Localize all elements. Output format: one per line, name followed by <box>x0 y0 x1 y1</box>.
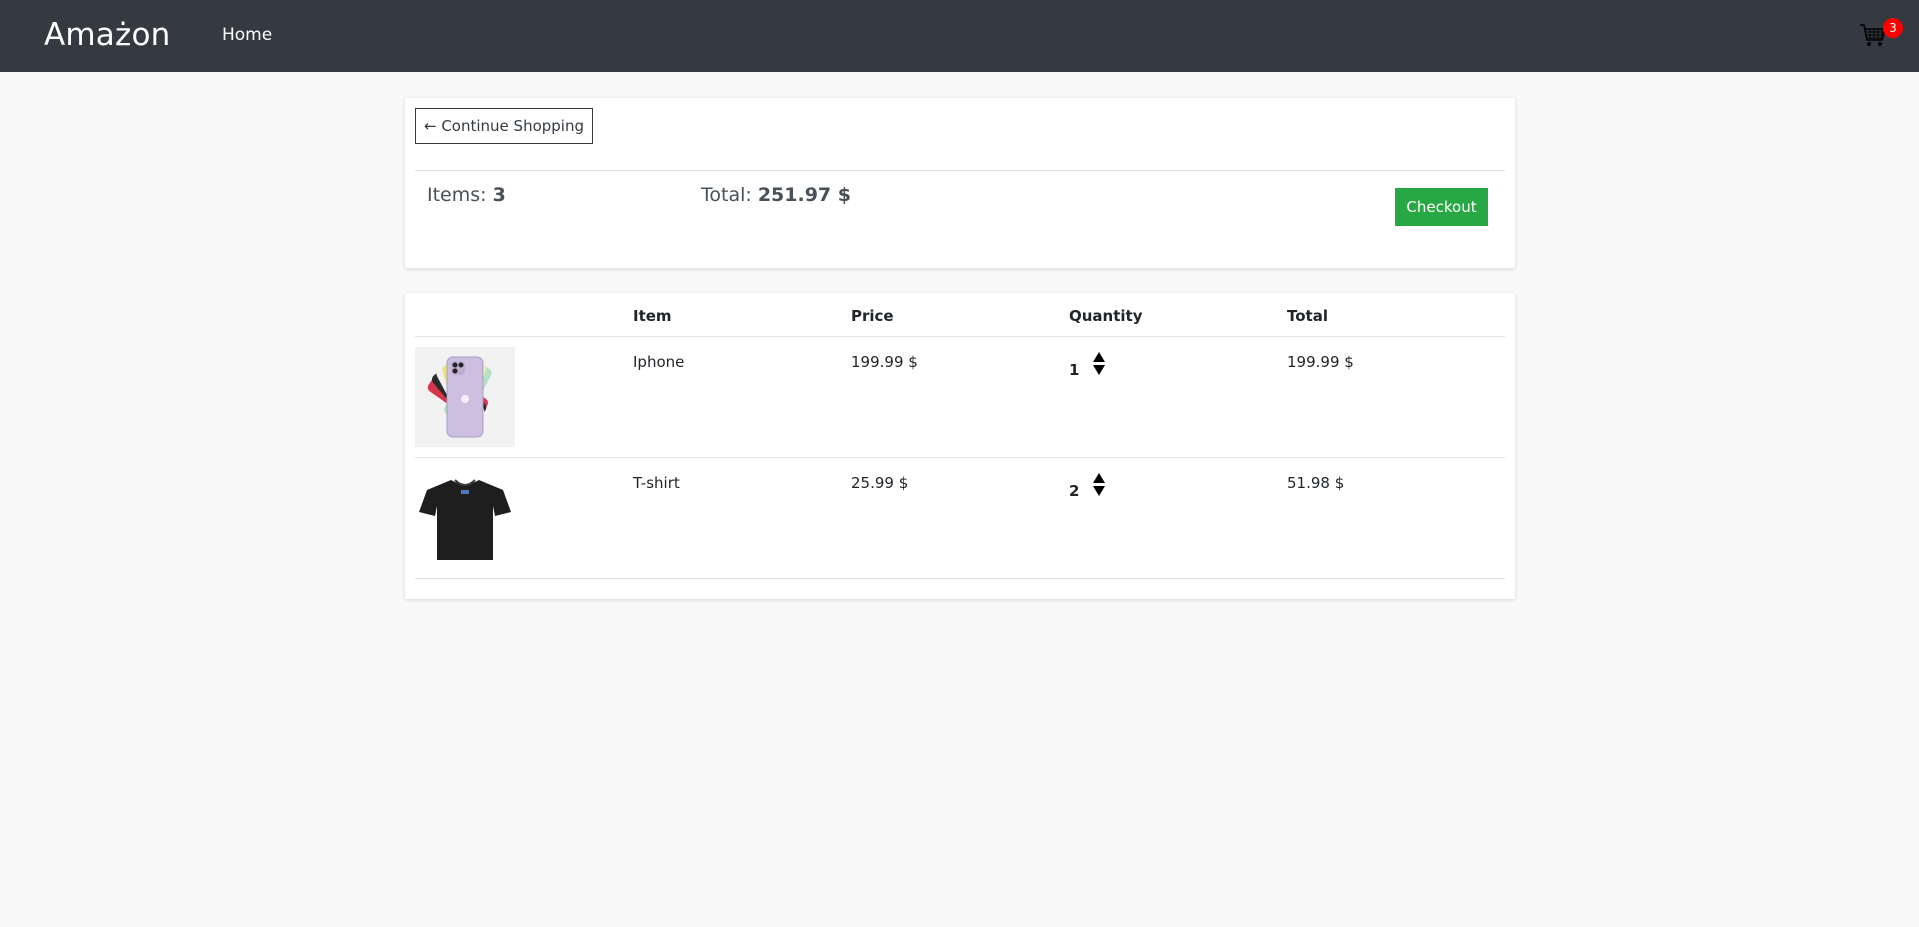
column-header-price: Price <box>851 307 894 325</box>
iphone-image <box>415 347 515 447</box>
item-name: T-shirt <box>633 474 680 492</box>
cart-summary-card: ← Continue Shopping Items: 3 Total: 251.… <box>405 98 1515 268</box>
tshirt-image <box>415 468 515 568</box>
item-total: 51.98 $ <box>1287 474 1345 492</box>
item-price: 25.99 $ <box>851 474 909 492</box>
column-header-quantity: Quantity <box>1069 307 1143 325</box>
checkout-button[interactable]: Checkout <box>1395 188 1488 226</box>
quantity-decrease-icon[interactable] <box>1093 486 1105 496</box>
brand-logo[interactable]: Amażon <box>44 17 171 53</box>
quantity-increase-icon[interactable] <box>1093 473 1105 483</box>
divider <box>415 170 1505 171</box>
items-count: Items: 3 <box>427 184 506 206</box>
divider <box>415 457 1505 458</box>
quantity-increase-icon[interactable] <box>1093 352 1105 362</box>
quantity-value: 1 <box>1069 361 1080 379</box>
quantity-decrease-icon[interactable] <box>1093 365 1105 375</box>
item-total: 199.99 $ <box>1287 353 1354 371</box>
column-header-item: Item <box>633 307 672 325</box>
cart-total: Total: 251.97 $ <box>701 184 851 206</box>
item-name: Iphone <box>633 353 685 371</box>
column-header-total: Total <box>1287 307 1328 325</box>
quantity-value: 2 <box>1069 482 1080 500</box>
navbar: Amażon Home 3 <box>0 0 1919 72</box>
divider <box>415 336 1505 337</box>
cart-count-badge: 3 <box>1883 18 1903 38</box>
item-price: 199.99 $ <box>851 353 918 371</box>
nav-home-link[interactable]: Home <box>222 25 272 45</box>
cart-button[interactable]: 3 <box>1856 18 1903 52</box>
continue-shopping-button[interactable]: ← Continue Shopping <box>415 108 593 144</box>
cart-items-table: Item Price Quantity Total Iphone 199.99 … <box>405 293 1515 599</box>
divider <box>415 578 1505 579</box>
